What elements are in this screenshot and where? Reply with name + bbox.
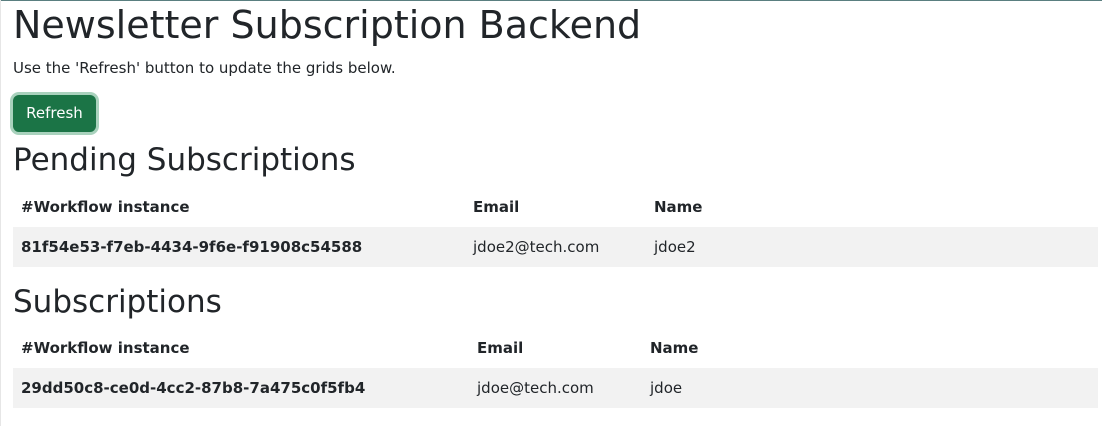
subscriptions-grid-header: #Workflow instance Email Name [13, 328, 1098, 368]
page-title: Newsletter Subscription Backend [13, 3, 642, 47]
column-header-workflow-instance[interactable]: #Workflow instance [13, 328, 469, 368]
pending-grid-header: #Workflow instance Email Name [13, 187, 1098, 227]
table-row[interactable]: 29dd50c8-ce0d-4cc2-87b8-7a475c0f5fb4 jdo… [13, 368, 1098, 408]
column-header-workflow-instance[interactable]: #Workflow instance [13, 187, 465, 227]
column-header-email[interactable]: Email [469, 328, 642, 368]
intro-text: Use the 'Refresh' button to update the g… [13, 59, 396, 77]
column-header-name[interactable]: Name [646, 187, 1098, 227]
name-cell: jdoe2 [654, 238, 696, 256]
subscriptions-grid: #Workflow instance Email Name 29dd50c8-c… [13, 328, 1098, 408]
pending-subscriptions-heading: Pending Subscriptions [13, 142, 356, 178]
pending-grid-body: 81f54e53-f7eb-4434-9f6e-f91908c54588 jdo… [13, 227, 1098, 267]
email-cell: jdoe2@tech.com [473, 238, 600, 256]
refresh-button[interactable]: Refresh [13, 95, 96, 132]
table-row[interactable]: 81f54e53-f7eb-4434-9f6e-f91908c54588 jdo… [13, 227, 1098, 267]
column-header-name[interactable]: Name [642, 328, 1098, 368]
workflow-instance-cell: 29dd50c8-ce0d-4cc2-87b8-7a475c0f5fb4 [21, 379, 366, 397]
column-header-email[interactable]: Email [465, 187, 646, 227]
table-header-row: #Workflow instance Email Name [13, 187, 1098, 227]
pending-subscriptions-grid: #Workflow instance Email Name 81f54e53-f… [13, 187, 1098, 267]
subscriptions-grid-body: 29dd50c8-ce0d-4cc2-87b8-7a475c0f5fb4 jdo… [13, 368, 1098, 408]
table-header-row: #Workflow instance Email Name [13, 328, 1098, 368]
subscriptions-heading: Subscriptions [13, 284, 222, 320]
email-cell: jdoe@tech.com [477, 379, 594, 397]
window-top-border [0, 0, 1102, 1]
name-cell: jdoe [650, 379, 683, 397]
workflow-instance-cell: 81f54e53-f7eb-4434-9f6e-f91908c54588 [21, 238, 363, 256]
window-left-border [0, 0, 1, 426]
